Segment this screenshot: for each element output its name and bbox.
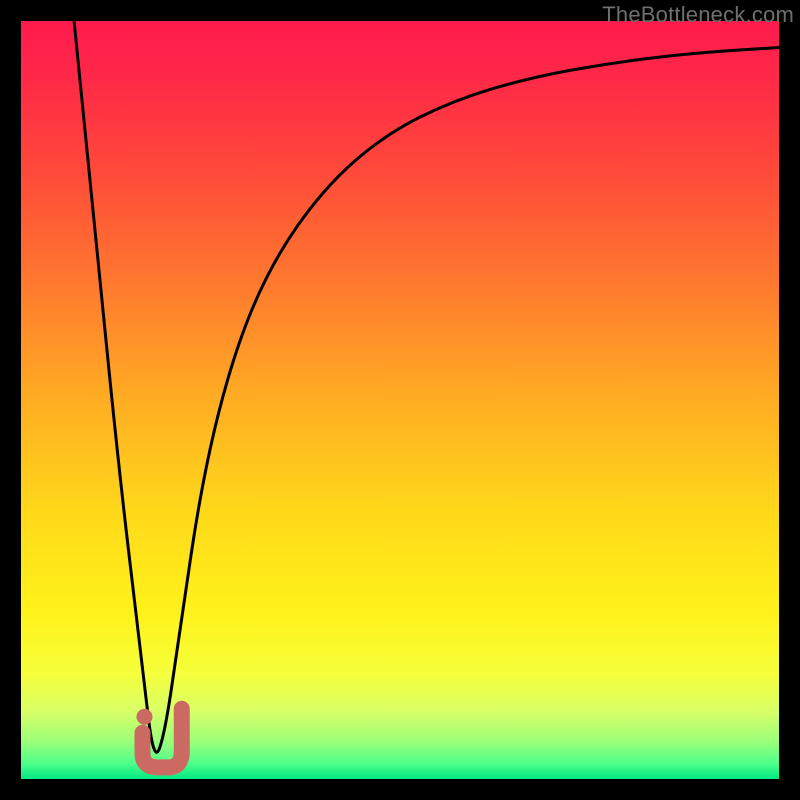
watermark-text: TheBottleneck.com <box>602 2 794 28</box>
chart-plot <box>21 21 779 779</box>
optimal-marker <box>136 709 181 768</box>
chart-frame <box>21 21 779 779</box>
bottleneck-curve <box>74 21 779 752</box>
marker-dot <box>136 709 152 725</box>
